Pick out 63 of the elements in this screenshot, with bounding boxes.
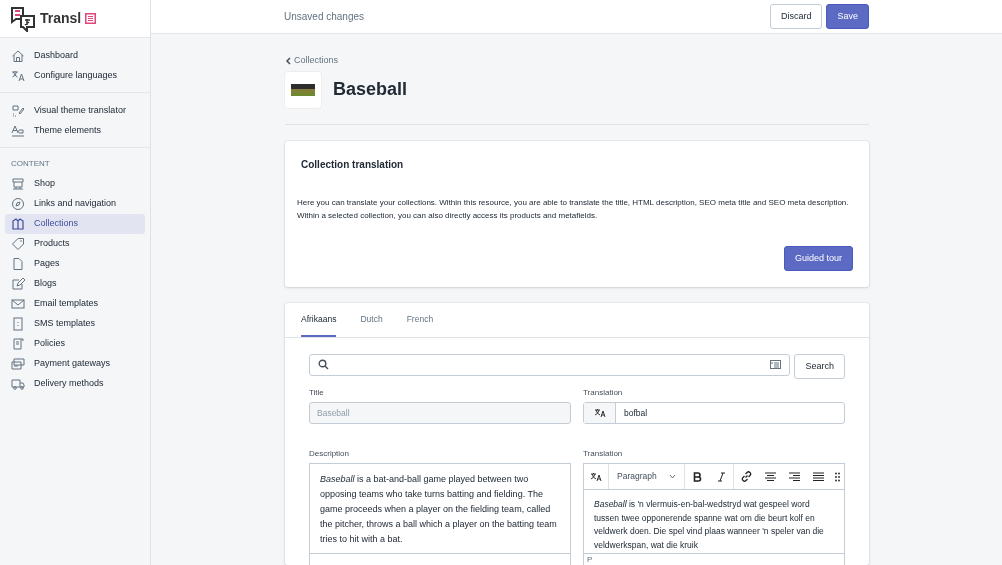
- caret-icon: [669, 474, 676, 480]
- search-icon: [318, 359, 329, 371]
- card-icon: [11, 357, 25, 371]
- save-button[interactable]: Save: [826, 3, 869, 30]
- guided-tour-button[interactable]: Guided tour: [783, 245, 853, 271]
- tag-icon: [11, 237, 25, 251]
- brush-icon: [11, 104, 25, 118]
- field-label: Title: [309, 387, 325, 400]
- language-tab[interactable]: Afrikaans: [301, 303, 337, 337]
- language-tab[interactable]: French: [406, 303, 434, 337]
- format-dropdown[interactable]: Paragraph: [609, 464, 685, 490]
- logo-icon: [10, 5, 36, 32]
- collection-thumbnail: [285, 71, 321, 108]
- sidebar-item[interactable]: Blogs: [5, 274, 145, 294]
- phone-icon: [11, 317, 25, 331]
- search-button[interactable]: Search: [794, 353, 845, 380]
- sidebar-item[interactable]: Links and navigation: [5, 194, 145, 214]
- document-icon: [11, 337, 25, 351]
- description-text: Baseball is a bat-and-ball game played between two opposing teams who take turns batting and fielding. The game proceeds when a player on the fielding team, called the pitcher, throws a ball which a player on the batting team tries to hit with a bat.: [319, 473, 558, 547]
- status-text: Unsaved changes: [284, 10, 366, 24]
- field-label: Translation: [583, 448, 624, 461]
- mail-icon: [11, 297, 25, 311]
- home-icon: [11, 49, 25, 63]
- sidebar-item[interactable]: Configure languages: [5, 66, 145, 86]
- element-path: P: [584, 553, 844, 565]
- font-icon: [11, 124, 25, 138]
- edit-icon: [11, 277, 25, 291]
- sidebar-item[interactable]: SMS templates: [5, 314, 145, 334]
- card-title: Collection translation: [300, 157, 405, 172]
- truck-icon: [11, 377, 25, 391]
- translation-field[interactable]: bofbal: [583, 402, 845, 425]
- sidebar-item[interactable]: Email templates: [5, 294, 145, 314]
- chevron-left-icon: [285, 56, 291, 65]
- sidebar-item[interactable]: Visual theme translator: [5, 101, 145, 121]
- collection-icon: [11, 217, 25, 231]
- logo-mark-icon: [85, 13, 97, 24]
- sidebar-item[interactable]: Collections: [5, 214, 145, 234]
- sidebar-item[interactable]: Payment gateways: [5, 354, 145, 374]
- brand-name: Transl: [40, 9, 82, 28]
- discard-button[interactable]: Discard: [769, 3, 823, 30]
- sidebar-item[interactable]: Products: [5, 234, 145, 254]
- sidebar-item[interactable]: Shop: [5, 174, 145, 194]
- language-tab[interactable]: Dutch: [360, 303, 383, 337]
- store-icon: [11, 177, 25, 191]
- page-icon: [11, 257, 25, 271]
- sidebar-item[interactable]: Delivery methods: [5, 374, 145, 394]
- translation-editor[interactable]: [583, 463, 845, 565]
- card-description: Here you can translate your collections. Within this resource, you are able to translate the title, HTML description, SEO meta title and SEO meta description. Within a selected collection, you can also directly access its products and metafields.: [296, 196, 850, 222]
- back-link[interactable]: Collections: [285, 54, 869, 68]
- translate-icon: [11, 69, 25, 83]
- translate-icon: [593, 408, 606, 419]
- search-field[interactable]: [309, 353, 791, 376]
- field-label: Translation: [583, 387, 624, 400]
- compass-icon: [11, 197, 25, 211]
- sidebar-item[interactable]: Policies: [5, 334, 145, 354]
- translation-text: Baseball is 'n vlermuis-en-bal-wedstryd wat gespeel word tussen twee opponerende spanne wat om die beurt kolf en veldwerk doen. Die spel vind plaas wanneer 'n speler van die veldwerkspan, wat die kruik: [593, 498, 825, 552]
- sidebar-item[interactable]: Theme elements: [5, 121, 145, 141]
- sidebar-item[interactable]: Dashboard: [5, 46, 145, 66]
- list-icon[interactable]: [770, 360, 782, 370]
- section-heading: CONTENT: [10, 158, 51, 170]
- field-label: Description: [309, 448, 350, 461]
- page-title: Baseball: [333, 78, 408, 101]
- sidebar-item[interactable]: Pages: [5, 254, 145, 274]
